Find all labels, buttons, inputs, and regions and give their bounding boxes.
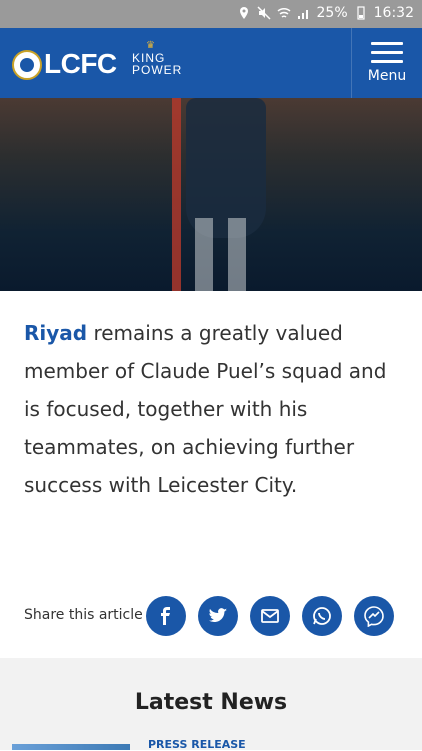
news-thumbnail[interactable] bbox=[12, 744, 130, 750]
signal-icon bbox=[297, 10, 308, 19]
status-bar: 25% 16:32 bbox=[0, 0, 422, 28]
player-link[interactable]: Riyad bbox=[24, 321, 87, 345]
club-crest-icon[interactable] bbox=[12, 50, 42, 80]
share-twitter-button[interactable] bbox=[198, 596, 238, 636]
mute-icon bbox=[256, 6, 271, 20]
share-messenger-button[interactable] bbox=[354, 596, 394, 636]
menu-button[interactable]: Menu bbox=[351, 28, 422, 98]
mail-icon bbox=[261, 609, 279, 623]
clock: 16:32 bbox=[373, 5, 414, 21]
site-header: LCFC ♛ KING POWER Menu bbox=[0, 28, 422, 98]
sponsor-line-2: POWER bbox=[132, 63, 183, 77]
whatsapp-icon bbox=[313, 607, 331, 625]
article-paragraph: Riyad remains a greatly valued member of… bbox=[24, 314, 404, 504]
battery-icon bbox=[357, 6, 365, 20]
sponsor-logo: KING POWER bbox=[132, 52, 182, 76]
share-facebook-button[interactable] bbox=[146, 596, 186, 636]
share-bar: Share this article bbox=[24, 596, 404, 636]
battery-percent: 25% bbox=[316, 5, 348, 21]
latest-news-section: Latest News PRESS RELEASE bbox=[0, 658, 422, 751]
hamburger-icon bbox=[371, 42, 403, 69]
share-label: Share this article bbox=[24, 607, 143, 623]
wifi-icon bbox=[277, 7, 291, 18]
news-tag[interactable]: PRESS RELEASE bbox=[148, 738, 246, 751]
share-whatsapp-button[interactable] bbox=[302, 596, 342, 636]
crown-icon: ♛ bbox=[146, 40, 155, 51]
location-icon bbox=[239, 7, 248, 19]
article-photo bbox=[0, 98, 422, 291]
share-email-button[interactable] bbox=[250, 596, 290, 636]
facebook-icon bbox=[161, 607, 170, 625]
section-title: Latest News bbox=[134, 690, 288, 715]
messenger-icon bbox=[364, 606, 384, 627]
twitter-icon bbox=[209, 608, 227, 623]
logo-text[interactable]: LCFC bbox=[44, 48, 117, 80]
status-icons: 25% 16:32 bbox=[237, 5, 414, 21]
article-text: remains a greatly valued member of Claud… bbox=[24, 321, 387, 497]
menu-label: Menu bbox=[367, 68, 407, 84]
